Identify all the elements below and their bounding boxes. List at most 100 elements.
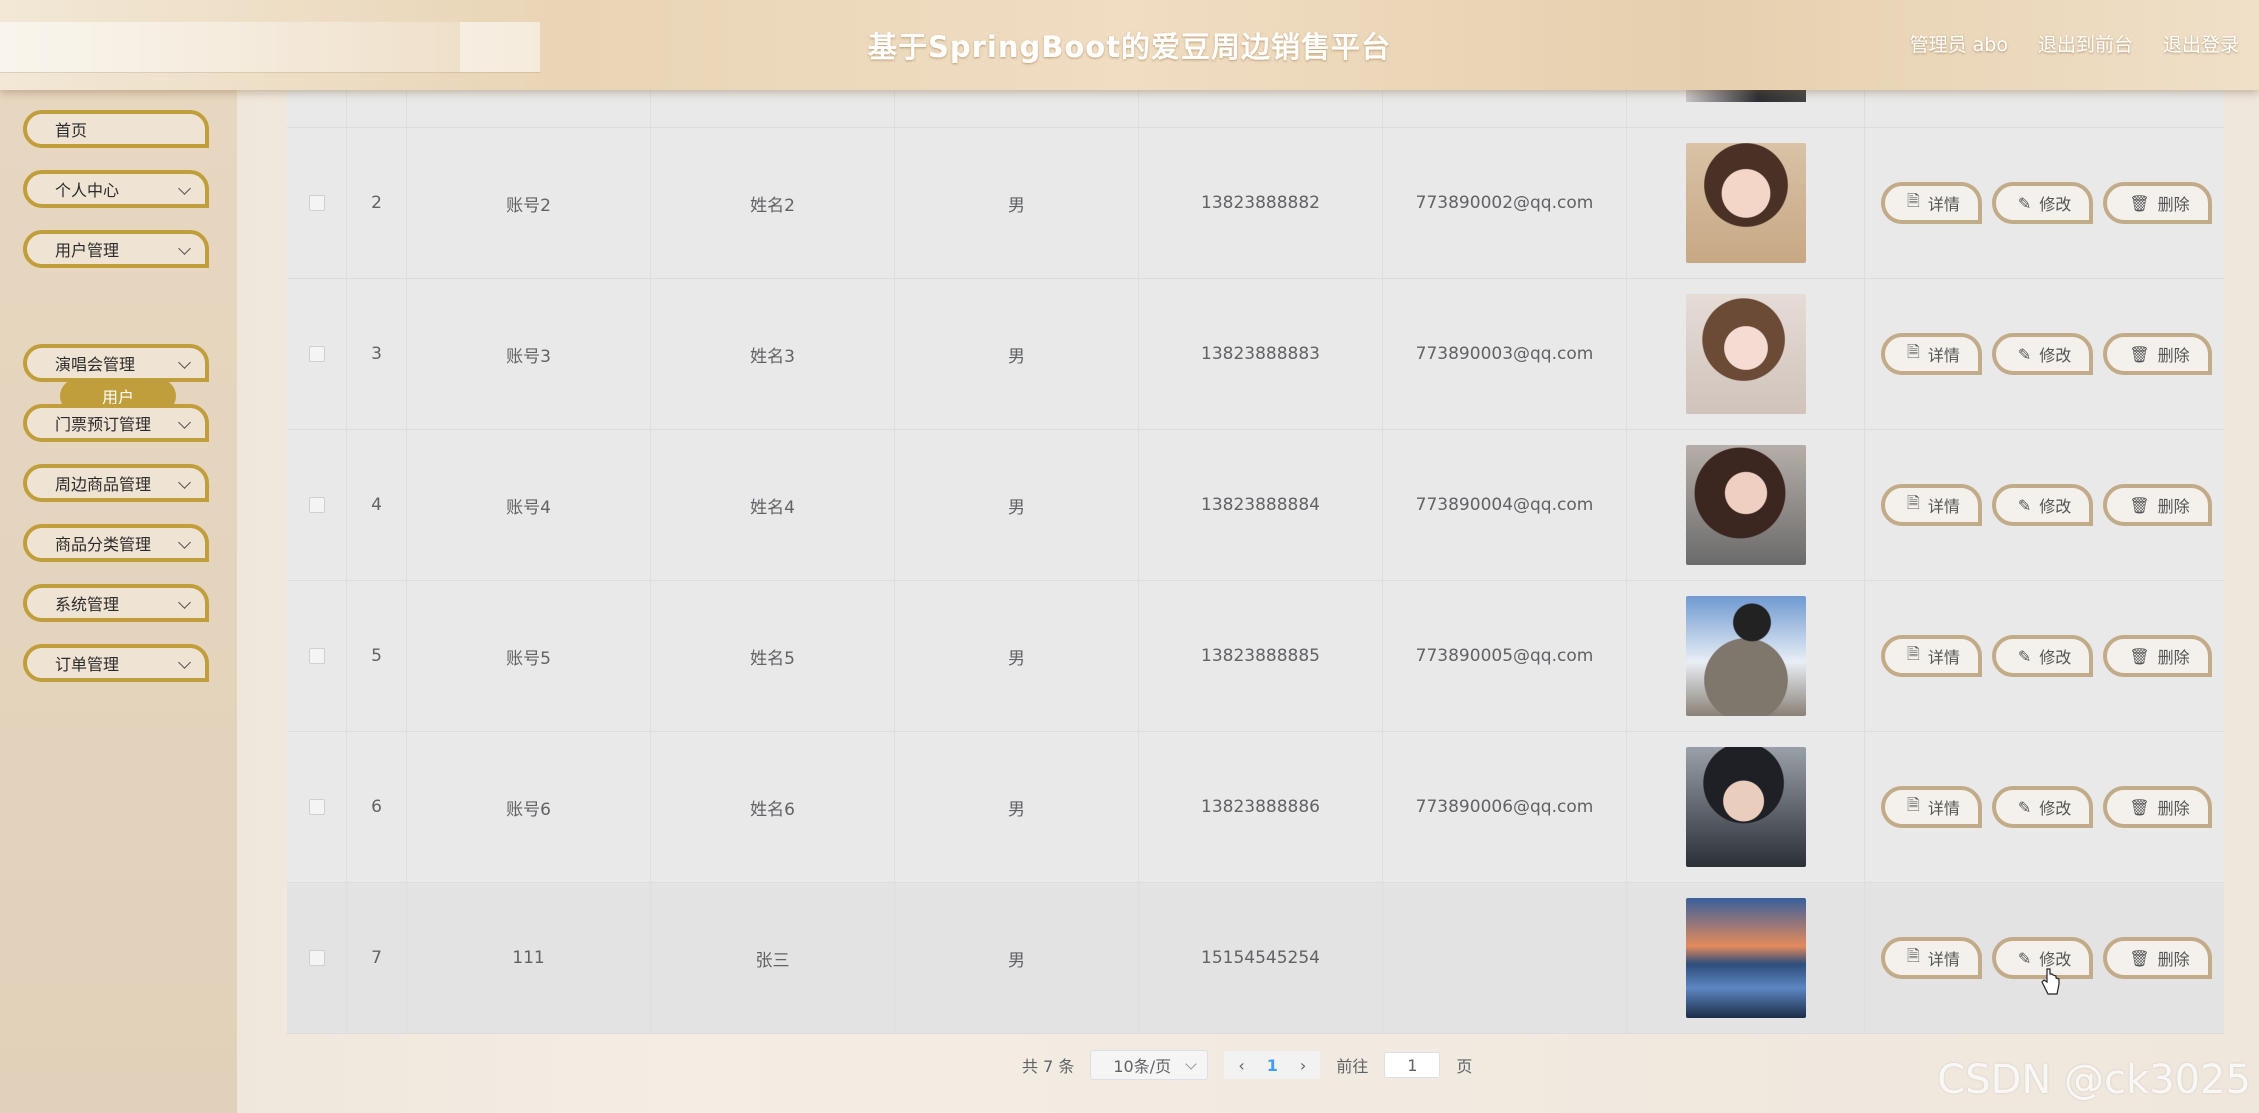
detail-button[interactable]: 🗎 详情 (1881, 635, 1982, 677)
sidebar-item-order-management[interactable]: 订单管理 (23, 644, 209, 682)
row-checkbox[interactable] (308, 195, 325, 211)
delete-button[interactable]: 🗑 删除 (2103, 484, 2212, 526)
row-email (1383, 883, 1627, 1033)
sidebar-item-system-management[interactable]: 系统管理 (23, 584, 209, 622)
row-index: 3 (347, 279, 407, 429)
sidebar-item-label: 门票预订管理 (55, 415, 152, 434)
detail-button[interactable]: 🗎 详情 (1881, 182, 1982, 224)
logout-link[interactable]: 退出登录 (2163, 30, 2239, 57)
row-checkbox[interactable] (308, 799, 325, 815)
avatar-photo (1685, 898, 1806, 1018)
sidebar-item-label: 订单管理 (55, 655, 120, 674)
sidebar-item-concert-management[interactable]: 演唱会管理 (23, 344, 209, 382)
sidebar-item-label: 演唱会管理 (55, 355, 136, 374)
row-index: 4 (347, 430, 407, 580)
goto-label: 前往 (1336, 1057, 1369, 1076)
chevron-down-icon (178, 242, 191, 255)
table-row-partial (287, 89, 2224, 128)
row-name: 姓名4 (651, 430, 895, 580)
avatar-photo (1685, 445, 1806, 565)
sidebar-item-user-management[interactable]: 用户管理 (23, 230, 209, 268)
row-email: 773890002@qq.com (1383, 128, 1627, 278)
trash-icon: 🗑 (2129, 495, 2150, 515)
delete-button[interactable]: 🗑 删除 (2103, 635, 2212, 677)
detail-button[interactable]: 🗎 详情 (1881, 786, 1982, 828)
row-sex: 男 (895, 581, 1139, 731)
sidebar-item-label: 周边商品管理 (55, 475, 152, 494)
edit-button[interactable]: ✎ 修改 (1991, 635, 2094, 677)
delete-button[interactable]: 🗑 删除 (2103, 937, 2212, 979)
avatar-photo (1685, 89, 1806, 102)
edit-button[interactable]: ✎ 修改 (1991, 484, 2094, 526)
row-sex: 男 (895, 883, 1139, 1033)
pencil-icon: ✎ (2017, 344, 2032, 364)
row-sex: 男 (895, 430, 1139, 580)
edit-button[interactable]: ✎ 修改 (1991, 182, 2094, 224)
pencil-icon: ✎ (2017, 495, 2032, 515)
document-icon: 🗎 (1907, 945, 1920, 965)
total-count: 共 7 条 (1022, 1057, 1075, 1076)
sidebar-item-ticket-booking[interactable]: 门票预订管理 (23, 404, 209, 442)
detail-button[interactable]: 🗎 详情 (1881, 333, 1982, 375)
row-account: 账号6 (407, 732, 651, 882)
row-email: 773890006@qq.com (1383, 732, 1627, 882)
chevron-down-icon (178, 596, 191, 609)
document-icon: 🗎 (1907, 190, 1920, 210)
trash-icon: 🗑 (2129, 646, 2150, 666)
next-page-icon[interactable]: › (1300, 1056, 1306, 1075)
row-checkbox[interactable] (308, 648, 325, 664)
document-icon: 🗎 (1907, 341, 1920, 361)
row-index: 2 (347, 128, 407, 278)
row-phone: 13823888885 (1139, 581, 1383, 731)
edit-button[interactable]: ✎ 修改 (1991, 786, 2094, 828)
hand-cursor-icon (2041, 968, 2060, 995)
chevron-down-icon (178, 656, 191, 669)
row-sex: 男 (895, 732, 1139, 882)
row-sex: 男 (895, 279, 1139, 429)
detail-button[interactable]: 🗎 详情 (1881, 937, 1982, 979)
sidebar-item-home[interactable]: 首页 (23, 110, 209, 148)
chevron-down-icon (178, 476, 191, 489)
chevron-down-icon (178, 182, 191, 195)
sidebar-item-merch-management[interactable]: 周边商品管理 (23, 464, 209, 502)
sidebar-item-label: 商品分类管理 (55, 535, 152, 554)
row-email: 773890004@qq.com (1383, 430, 1627, 580)
table-row: 6 账号6 姓名6 男 13823888886 773890006@qq.com… (287, 732, 2224, 883)
back-to-front-link[interactable]: 退出到前台 (2038, 30, 2133, 57)
prev-page-icon[interactable]: ‹ (1238, 1056, 1244, 1075)
row-name: 姓名3 (651, 279, 895, 429)
page-unit-label: 页 (1456, 1057, 1473, 1076)
document-icon: 🗎 (1907, 794, 1920, 814)
row-account: 账号4 (407, 430, 651, 580)
avatar-photo (1685, 596, 1806, 716)
current-page[interactable]: 1 (1267, 1056, 1278, 1075)
detail-button[interactable]: 🗎 详情 (1881, 484, 1982, 526)
delete-button[interactable]: 🗑 删除 (2103, 333, 2212, 375)
chevron-down-icon (178, 416, 191, 429)
row-account: 账号2 (407, 128, 651, 278)
row-account: 账号5 (407, 581, 651, 731)
delete-button[interactable]: 🗑 删除 (2103, 786, 2212, 828)
pencil-icon: ✎ (2017, 948, 2032, 968)
sidebar-item-label: 首页 (55, 121, 88, 140)
page-size-select[interactable]: 10条/页 (1090, 1050, 1209, 1080)
sidebar-item-personal-center[interactable]: 个人中心 (23, 170, 209, 208)
sidebar-item-category-management[interactable]: 商品分类管理 (23, 524, 209, 562)
sidebar-item-label: 个人中心 (55, 181, 120, 200)
row-index: 7 (347, 883, 407, 1033)
table-row: 5 账号5 姓名5 男 13823888885 773890005@qq.com… (287, 581, 2224, 732)
row-checkbox[interactable] (308, 346, 325, 362)
goto-page-input[interactable]: 1 (1384, 1052, 1441, 1078)
row-checkbox[interactable] (308, 497, 325, 513)
row-name: 张三 (651, 883, 895, 1033)
row-phone: 13823888883 (1139, 279, 1383, 429)
table-row: 3 账号3 姓名3 男 13823888883 773890003@qq.com… (287, 279, 2224, 430)
row-account: 111 (407, 883, 651, 1033)
trash-icon: 🗑 (2129, 797, 2150, 817)
header-links: 管理员 abo 退出到前台 退出登录 (1910, 30, 2239, 57)
delete-button[interactable]: 🗑 删除 (2103, 182, 2212, 224)
chevron-down-icon (1185, 1058, 1198, 1070)
edit-button[interactable]: ✎ 修改 (1991, 333, 2094, 375)
row-checkbox[interactable] (308, 950, 325, 966)
row-name: 姓名2 (651, 128, 895, 278)
